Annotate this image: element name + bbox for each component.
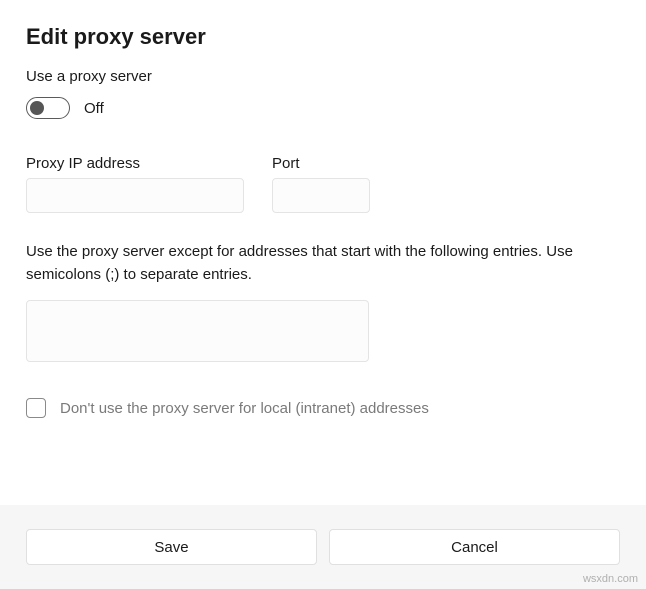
port-label: Port [272, 155, 370, 172]
use-proxy-label: Use a proxy server [26, 68, 620, 85]
port-field: Port [272, 155, 370, 213]
page-title: Edit proxy server [26, 24, 620, 50]
exceptions-description: Use the proxy server except for addresse… [26, 241, 620, 286]
ip-field: Proxy IP address [26, 155, 244, 213]
proxy-ip-input[interactable] [26, 178, 244, 213]
toggle-state-text: Off [84, 100, 104, 117]
save-button[interactable]: Save [26, 529, 317, 565]
local-bypass-label: Don't use the proxy server for local (in… [60, 400, 429, 417]
ip-label: Proxy IP address [26, 155, 244, 172]
use-proxy-toggle[interactable] [26, 97, 70, 119]
address-port-row: Proxy IP address Port [26, 155, 620, 213]
cancel-button[interactable]: Cancel [329, 529, 620, 565]
watermark-text: wsxdn.com [583, 573, 638, 585]
local-bypass-row: Don't use the proxy server for local (in… [26, 398, 620, 418]
proxy-port-input[interactable] [272, 178, 370, 213]
use-proxy-toggle-row: Off [26, 97, 620, 119]
exceptions-input[interactable] [26, 300, 369, 362]
dialog-footer: Save Cancel [0, 505, 646, 589]
local-bypass-checkbox[interactable] [26, 398, 46, 418]
toggle-knob [30, 101, 44, 115]
